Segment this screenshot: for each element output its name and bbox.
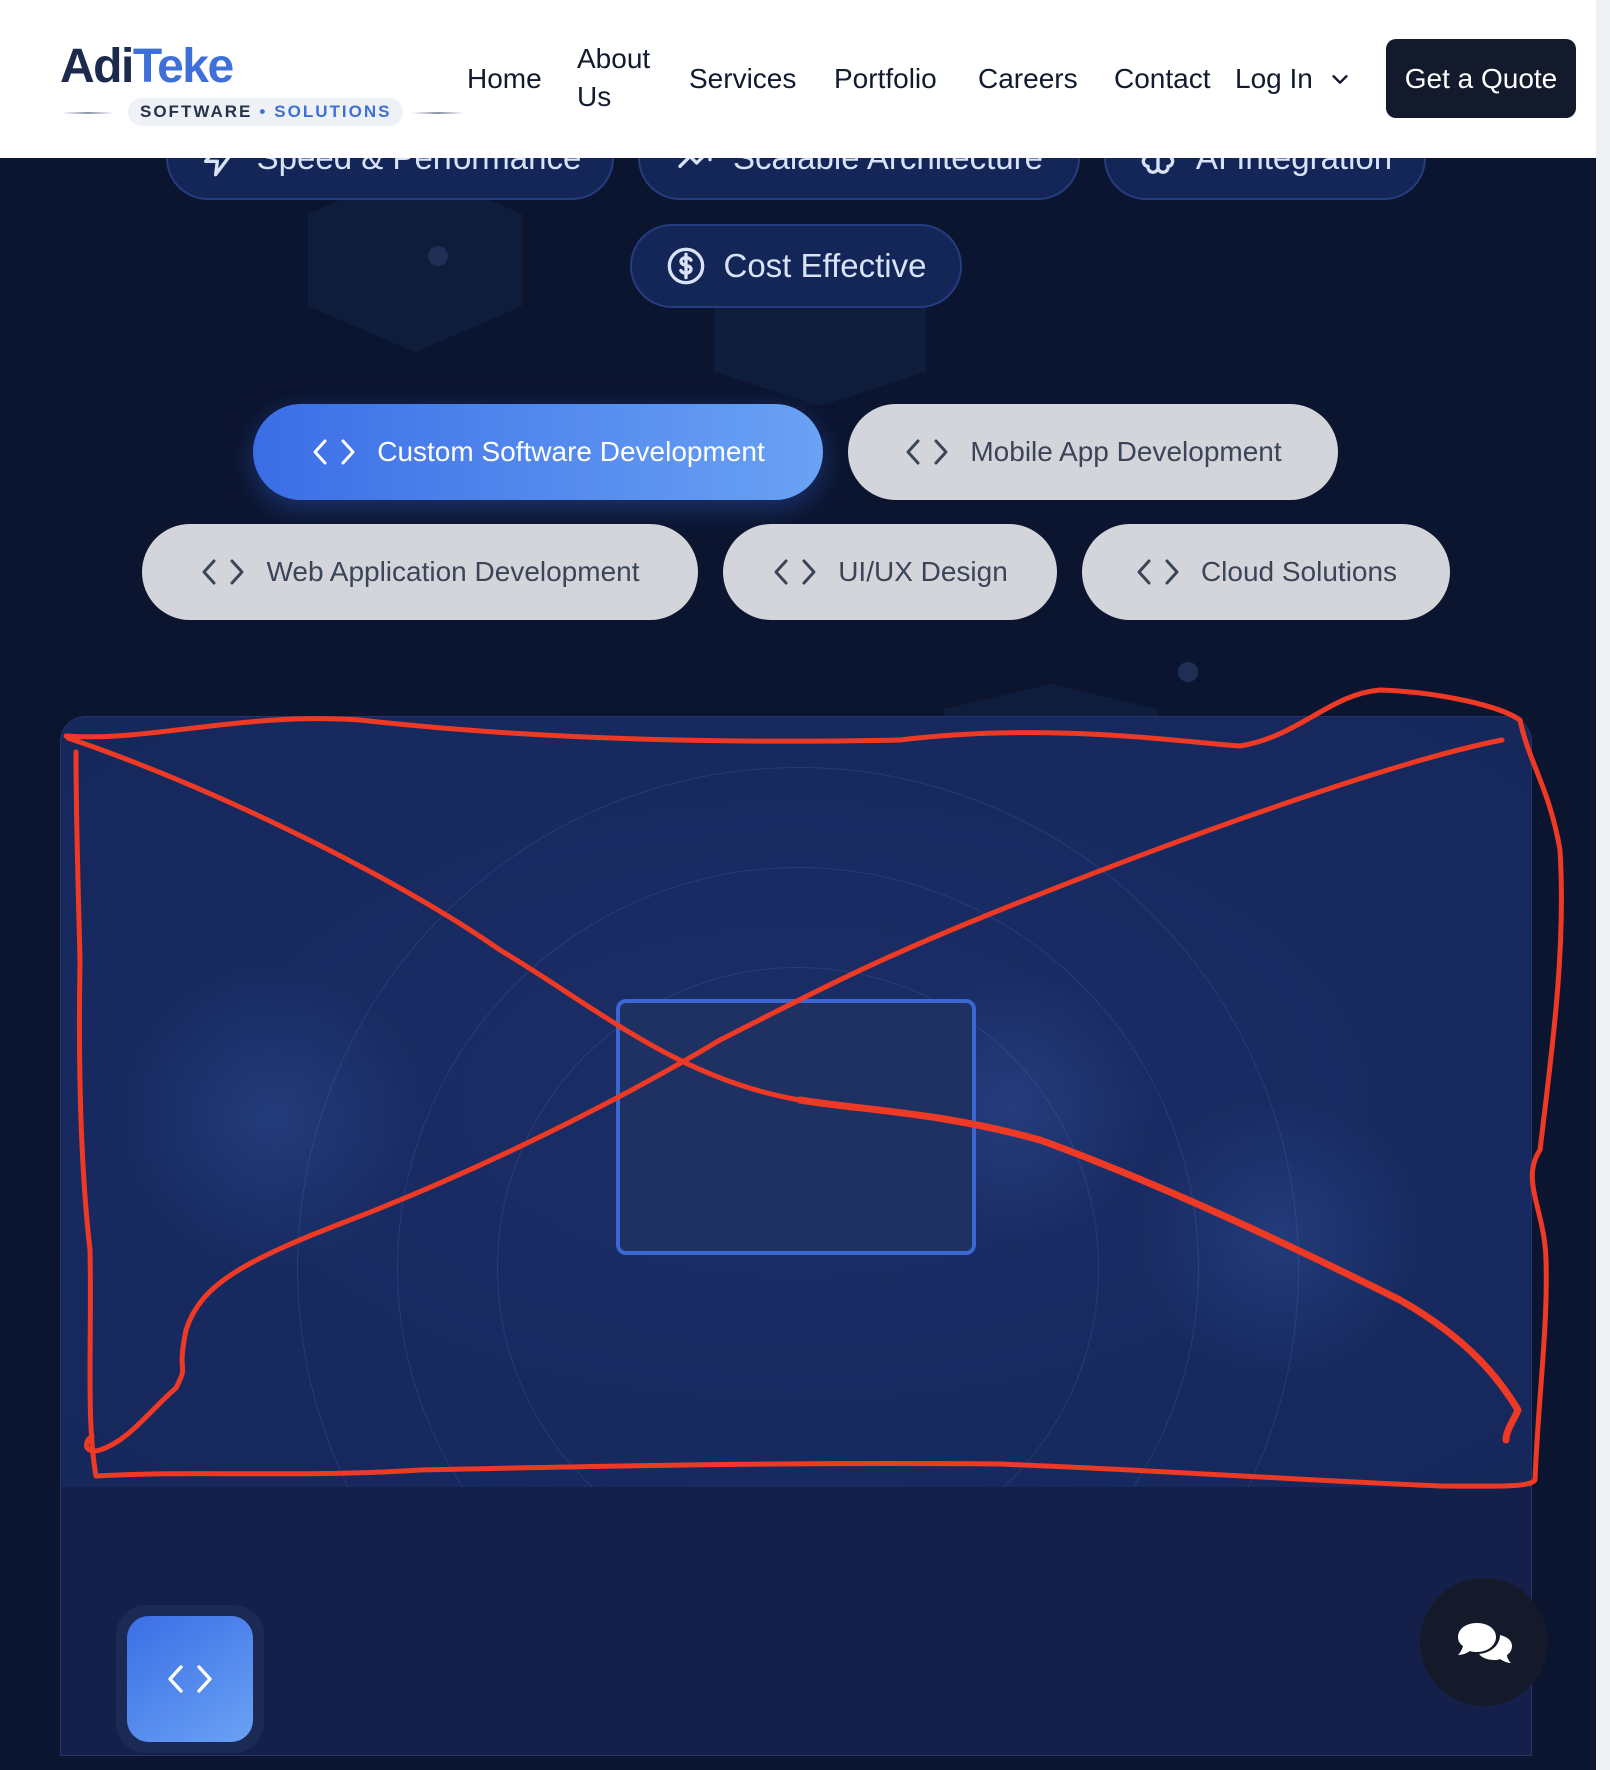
- nav-about-us[interactable]: About Us: [577, 40, 667, 116]
- tab-label: Cloud Solutions: [1200, 556, 1398, 587]
- nav-careers[interactable]: Careers: [978, 60, 1078, 98]
- nav-services[interactable]: Services: [689, 60, 796, 98]
- background-dot: [428, 246, 448, 266]
- tab-web-application-development[interactable]: Web Application Development: [142, 524, 698, 620]
- logo-tagline: SOFTWARE • SOLUTIONS: [128, 98, 404, 126]
- code-icon: [313, 439, 355, 465]
- service-content-area: [61, 1487, 1531, 1755]
- logo-divider: [412, 112, 464, 114]
- chevron-down-icon: [1332, 75, 1348, 84]
- tab-label: UI/UX Design: [838, 556, 1008, 587]
- service-detail-card: [60, 716, 1532, 1756]
- feature-label: Cost Effective: [723, 247, 927, 284]
- nav-home[interactable]: Home: [467, 60, 542, 98]
- code-icon: [906, 439, 948, 465]
- background-dot: [1178, 662, 1198, 682]
- code-icon: [1137, 559, 1179, 585]
- service-illustration-area: [61, 717, 1531, 1755]
- tab-cloud-solutions[interactable]: Cloud Solutions: [1082, 524, 1450, 620]
- get-a-quote-button[interactable]: Get a Quote: [1386, 39, 1576, 118]
- dollar-circle-icon: [667, 247, 704, 285]
- image-placeholder: [616, 999, 976, 1255]
- tab-label: Web Application Development: [266, 556, 640, 587]
- logo-wordmark: AdiTeke: [60, 40, 234, 93]
- login-dropdown[interactable]: Log In: [1235, 60, 1351, 98]
- tab-mobile-app-development[interactable]: Mobile App Development: [848, 404, 1338, 500]
- chat-button[interactable]: [1420, 1578, 1548, 1706]
- nav-contact[interactable]: Contact: [1114, 60, 1211, 98]
- site-header: AdiTeke SOFTWARE • SOLUTIONS Home About Us…: [0, 0, 1596, 158]
- tab-label: Custom Software Development: [377, 436, 765, 467]
- code-icon: [774, 559, 816, 585]
- code-icon-button[interactable]: [127, 1616, 253, 1742]
- tab-label: Mobile App Development: [970, 436, 1282, 467]
- tab-custom-software-development[interactable]: Custom Software Development: [253, 404, 823, 500]
- chat-bubbles-icon: [1458, 1623, 1512, 1663]
- code-icon: [168, 1665, 212, 1693]
- code-icon: [202, 559, 244, 585]
- logo-divider: [62, 112, 114, 114]
- feature-badge-cost: Cost Effective: [630, 224, 962, 308]
- nav-portfolio[interactable]: Portfolio: [834, 60, 937, 98]
- login-label: Log In: [1235, 63, 1313, 94]
- scrollbar-track[interactable]: [1596, 0, 1610, 1770]
- tab-ui-ux-design[interactable]: UI/UX Design: [723, 524, 1057, 620]
- brand-logo[interactable]: AdiTeke SOFTWARE • SOLUTIONS: [60, 38, 480, 128]
